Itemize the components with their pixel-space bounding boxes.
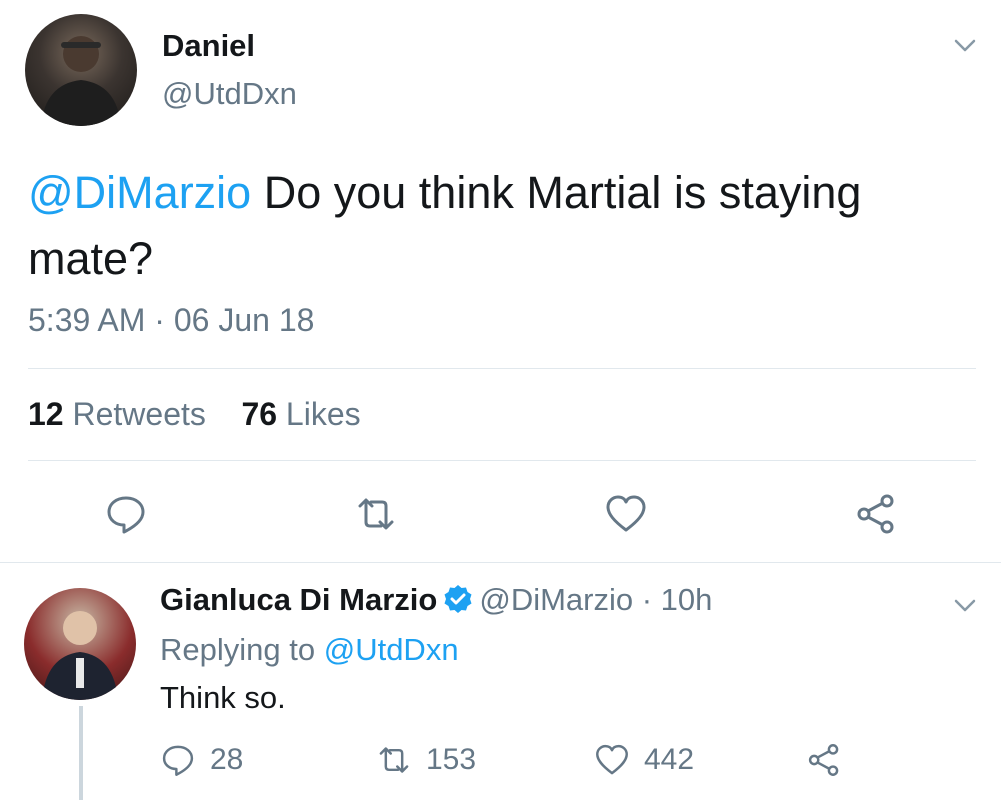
reply-icon xyxy=(162,745,194,776)
like-icon xyxy=(596,744,628,775)
verified-badge-icon xyxy=(444,585,472,613)
like-count: 442 xyxy=(644,743,695,776)
likes-stat[interactable]: 76 Likes xyxy=(241,396,360,432)
chevron-down-icon[interactable] xyxy=(952,32,978,58)
retweet-icon xyxy=(379,747,409,773)
reply-text: Think so. xyxy=(160,680,286,715)
retweet-count: 153 xyxy=(426,743,477,776)
thread-line xyxy=(79,706,83,800)
author-handle[interactable]: @UtdDxn xyxy=(162,76,297,112)
retweets-count: 12 xyxy=(28,396,64,432)
share-icon xyxy=(808,744,839,776)
tweet-stats: 12 Retweets 76 Likes xyxy=(28,396,361,433)
divider xyxy=(28,460,976,461)
avatar-image xyxy=(42,611,118,700)
likes-count: 76 xyxy=(241,396,278,432)
mention-link[interactable]: @DiMarzio xyxy=(28,167,251,218)
author-name[interactable]: Daniel xyxy=(162,28,255,64)
reply-author-avatar[interactable] xyxy=(24,588,136,700)
tweet-text: @DiMarzio Do you think Martial is stayin… xyxy=(28,160,978,292)
avatar-image xyxy=(41,36,121,126)
like-icon[interactable] xyxy=(604,492,648,536)
retweets-stat[interactable]: 12 Retweets xyxy=(28,396,206,432)
reply-meta[interactable]: @DiMarzio · 10h xyxy=(479,582,712,617)
reply-icon[interactable] xyxy=(104,492,148,536)
author-avatar[interactable] xyxy=(25,14,137,126)
reply-header: Gianluca Di Marzio @DiMarzio · 10h xyxy=(160,582,712,618)
replying-to-prefix: Replying to xyxy=(160,632,324,667)
likes-label: Likes xyxy=(285,396,361,432)
retweet-icon[interactable] xyxy=(354,492,398,536)
reply-author-name[interactable]: Gianluca Di Marzio xyxy=(160,582,437,617)
chevron-down-icon[interactable] xyxy=(952,592,978,618)
share-action[interactable] xyxy=(806,742,842,778)
tweet-timestamp[interactable]: 5:39 AM · 06 Jun 18 xyxy=(28,302,314,339)
divider xyxy=(28,368,976,369)
replying-to: Replying to @UtdDxn xyxy=(160,632,459,668)
share-icon[interactable] xyxy=(854,492,898,536)
replying-to-handle[interactable]: @UtdDxn xyxy=(324,632,459,667)
like-action[interactable]: 442 xyxy=(594,742,694,778)
divider xyxy=(0,562,1001,563)
reply-count: 28 xyxy=(210,743,244,776)
retweet-action[interactable]: 153 xyxy=(376,742,476,778)
reply-action[interactable]: 28 xyxy=(160,742,243,778)
retweets-label: Retweets xyxy=(72,396,206,432)
